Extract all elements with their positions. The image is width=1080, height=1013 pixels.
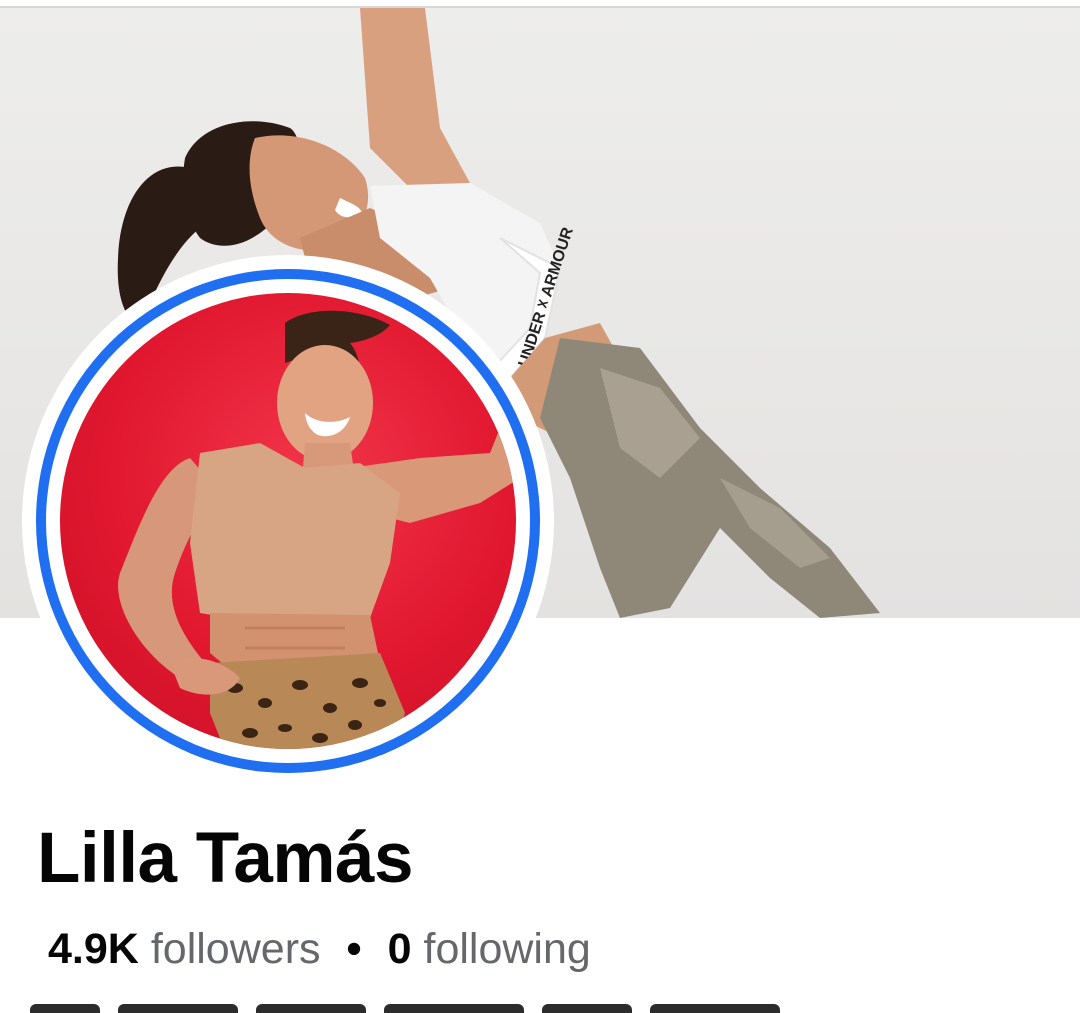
status-divider	[0, 0, 1080, 8]
bio-text-clipped	[30, 1004, 890, 1013]
following-label: following	[423, 925, 591, 973]
followers-link[interactable]: 4.9K followers	[48, 925, 321, 974]
profile-stats: 4.9K followers • 0 following	[48, 925, 591, 974]
avatar[interactable]	[60, 293, 516, 749]
followers-label: followers	[150, 925, 321, 973]
avatar-illustration	[118, 310, 516, 749]
profile-page: UNDER ☓ ARMOUR Lilla Tamás 4.9K follower…	[0, 0, 1080, 1013]
profile-name: Lilla Tamás	[37, 819, 413, 898]
stats-separator: •	[346, 925, 362, 973]
following-link[interactable]: 0 following	[388, 925, 591, 974]
following-count: 0	[387, 925, 412, 973]
followers-count: 4.9K	[48, 925, 139, 973]
